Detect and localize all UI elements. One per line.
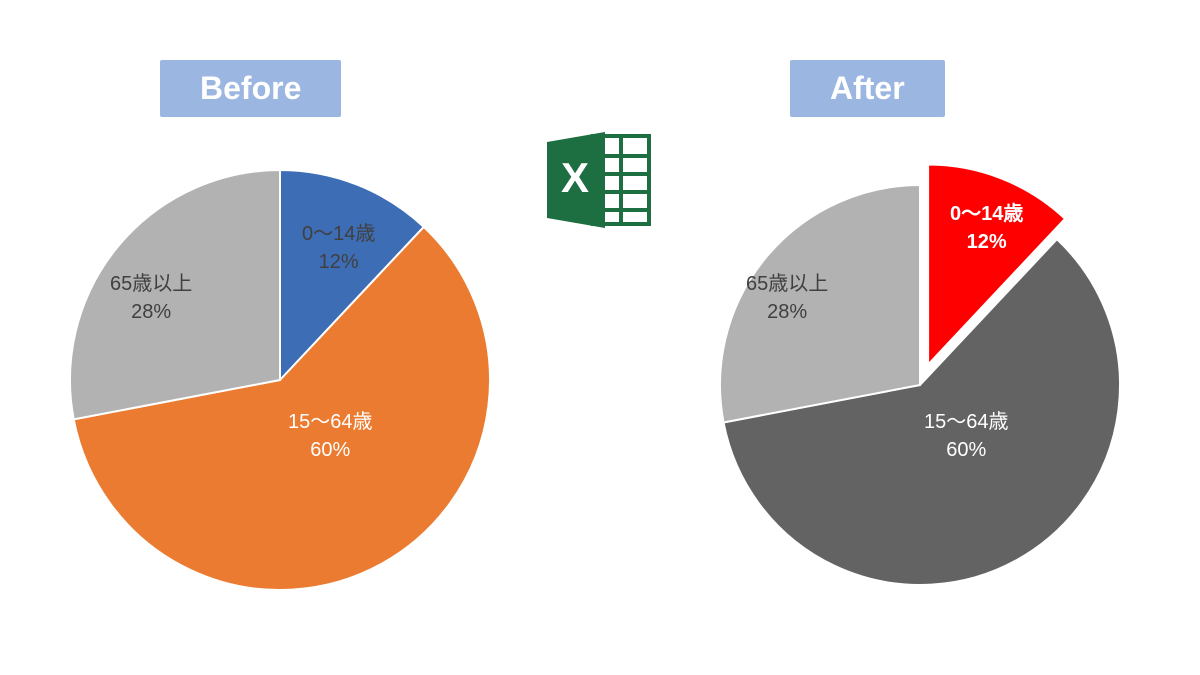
label-after-15-64: 15～64歳 60% (924, 408, 1009, 464)
excel-icon-letter: X (561, 154, 589, 201)
title-before: Before (160, 60, 341, 117)
label-before-15-64: 15～64歳 60% (288, 408, 373, 464)
title-after: After (790, 60, 945, 117)
label-after-65plus: 65歳以上 28% (746, 270, 828, 326)
label-after-0-14: 0～14歳 12% (950, 200, 1023, 256)
label-before-65plus: 65歳以上 28% (110, 270, 192, 326)
pie-before: 0～14歳 12% 15～64歳 60% 65歳以上 28% (50, 150, 510, 610)
chart-stage: Before After X 0～14歳 12% 15～64歳 60% 6 (0, 0, 1200, 675)
pie-after: 0～14歳 12% 15～64歳 60% 65歳以上 28% (690, 150, 1150, 610)
label-before-0-14: 0～14歳 12% (302, 220, 375, 276)
excel-icon: X (545, 130, 655, 235)
